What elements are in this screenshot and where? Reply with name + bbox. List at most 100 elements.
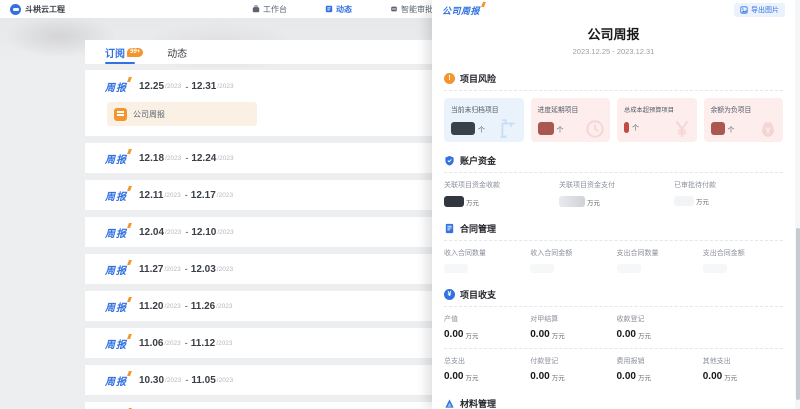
- stat-value: 0.00: [530, 330, 549, 340]
- section-title: 项目风险: [460, 72, 496, 85]
- drawer-logo: 公司周报: [442, 4, 480, 17]
- robot-icon: [390, 5, 398, 13]
- stat-pending-payment: 已审批待付款 万元: [674, 180, 783, 207]
- tab-subscriptions[interactable]: 订阅 99+: [105, 45, 143, 64]
- date-start: 11.20: [139, 301, 163, 312]
- redacted-value: [617, 264, 641, 273]
- stat-income-contract-amount: 收入合同金额: [530, 248, 610, 273]
- unit-suffix: 个: [632, 123, 639, 133]
- unit-suffix: 万元: [465, 330, 478, 340]
- report-list: 周报 12.25/2023 - 12.31/2023 公司周报 周报 12.18…: [85, 70, 432, 409]
- feed-column: 订阅 99+ 动态 周报 12.25/2023 - 12.31/2023 公司周…: [85, 40, 432, 409]
- stat-label: 关联项目资金收款: [444, 180, 553, 190]
- weekly-report-logo: 周报: [105, 373, 127, 388]
- stat-output-value: 产值 0.00万元: [444, 314, 524, 340]
- redacted-value: [451, 122, 475, 135]
- document-icon: [114, 108, 127, 121]
- dotted-divider: [444, 348, 783, 349]
- redacted-value: [444, 264, 468, 273]
- company-report-label: 公司周报: [133, 109, 165, 120]
- date-end-year: /2023: [217, 229, 233, 236]
- unit-suffix: 万元: [724, 372, 737, 382]
- date-start: 11.06: [139, 338, 163, 349]
- stat-label: 已审批待付款: [674, 180, 783, 190]
- unit-suffix: 万元: [638, 330, 651, 340]
- brand[interactable]: 斗栱云工程: [10, 4, 65, 15]
- yuan-icon: [671, 118, 693, 140]
- redacted-value: [444, 196, 464, 207]
- section-account-funds: 账户资金 关联项目资金收款 万元 关联项目资金支付 万元 已审批待付款 万元: [432, 150, 795, 216]
- report-row[interactable]: 周报 11.20/2023 - 11.26/2023: [85, 291, 432, 321]
- risk-card-negative-balance: 余额为负项目 个: [704, 98, 784, 142]
- weekly-report-drawer: 公司周报 导出图片 公司周报 2023.12.25 - 2023.12.31 !…: [432, 0, 800, 409]
- report-row[interactable]: 周报 12.25/2023 - 12.31/2023 公司周报: [85, 70, 432, 136]
- date-start-year: /2023: [165, 377, 181, 384]
- weekly-report-logo: 周报: [105, 262, 127, 277]
- stat-label: 总支出: [444, 356, 524, 366]
- tab-badge: 99+: [127, 48, 143, 57]
- stat-value: 0.00: [617, 330, 636, 340]
- unit-suffix: 万元: [587, 197, 600, 207]
- nav-item-workbench[interactable]: 工作台: [252, 4, 287, 15]
- crane-icon: [498, 118, 520, 140]
- stat-label: 支出合同数量: [617, 248, 697, 258]
- stat-label: 其他支出: [703, 356, 783, 366]
- date-dash: -: [185, 338, 188, 348]
- logo-tick-icon: [127, 334, 132, 339]
- yuan-circle-icon: ¥: [444, 289, 455, 300]
- report-row[interactable]: 周报 11.06/2023 - 11.12/2023: [85, 328, 432, 358]
- stat-party-a-settlement: 对甲结算 0.00万元: [530, 314, 610, 340]
- date-end: 12.31: [191, 81, 216, 92]
- date-start: 12.25: [139, 81, 164, 92]
- date-start-year: /2023: [164, 266, 180, 273]
- risk-card-label: 当前未归档项目: [451, 104, 517, 114]
- tab-moments[interactable]: 动态: [167, 45, 187, 64]
- unit-suffix: 万元: [552, 372, 565, 382]
- date-start-year: /2023: [165, 155, 181, 162]
- report-row[interactable]: 周报 11.27/2023 - 12.03/2023: [85, 254, 432, 284]
- redacted-value: [703, 264, 727, 273]
- report-row[interactable]: 周报 12.11/2023 - 12.17/2023: [85, 180, 432, 210]
- stat-funds-paid: 关联项目资金支付 万元: [559, 180, 668, 207]
- weekly-report-logo: 周报: [105, 299, 127, 314]
- date-start: 12.04: [139, 227, 164, 238]
- brand-logo-icon: [10, 4, 21, 15]
- report-row[interactable]: 周报 10.23/2023 - 10.29/2023: [85, 402, 432, 409]
- date-start-year: /2023: [164, 303, 180, 310]
- drawer-scrollbar[interactable]: [795, 0, 800, 409]
- risk-card-label: 总成本超预算项目: [624, 104, 684, 113]
- logo-tick-icon: [127, 149, 132, 154]
- unit-suffix: 个: [478, 125, 485, 135]
- section-contracts: 合同管理 收入合同数量 收入合同金额 支出合同数量: [432, 218, 795, 282]
- stat-value: 0.00: [444, 330, 463, 340]
- weekly-report-logo: 周报: [105, 188, 127, 203]
- stat-label: 收款登记: [617, 314, 697, 324]
- logo-tick-icon: [127, 260, 132, 265]
- redacted-value: [624, 122, 629, 133]
- nav-item-moments[interactable]: 动态: [325, 4, 352, 15]
- stat-payment-register: 付款登记 0.00万元: [530, 356, 610, 382]
- date-end-year: /2023: [217, 192, 233, 199]
- report-row[interactable]: 周报 12.04/2023 - 12.10/2023: [85, 217, 432, 247]
- date-end: 11.05: [191, 375, 215, 386]
- date-end: 12.24: [191, 153, 216, 164]
- nav-item-label: 动态: [336, 4, 352, 15]
- shield-icon: [444, 155, 455, 166]
- stat-value: 0.00: [530, 372, 549, 382]
- date-start-year: /2023: [165, 83, 181, 90]
- stat-expense-reimbursement: 费用报销 0.00万元: [617, 356, 697, 382]
- date-end-year: /2023: [216, 340, 232, 347]
- unit-suffix: 万元: [638, 372, 651, 382]
- report-row[interactable]: 周报 12.18/2023 - 12.24/2023: [85, 143, 432, 173]
- date-end-year: /2023: [217, 377, 233, 384]
- logo-tick-icon: [127, 223, 132, 228]
- logo-tick-icon: [127, 297, 132, 302]
- scrollbar-thumb[interactable]: [796, 228, 800, 400]
- date-dash: -: [185, 375, 188, 385]
- unit-suffix: 万元: [696, 196, 709, 206]
- redacted-value: [559, 196, 585, 207]
- export-image-button[interactable]: 导出图片: [734, 3, 785, 17]
- company-report-link[interactable]: 公司周报: [107, 102, 257, 126]
- section-project-inout: ¥ 项目收支 产值 0.00万元 对甲结算 0.00万元 收款登记 0.00万元: [432, 284, 795, 391]
- report-row[interactable]: 周报 10.30/2023 - 11.05/2023: [85, 365, 432, 395]
